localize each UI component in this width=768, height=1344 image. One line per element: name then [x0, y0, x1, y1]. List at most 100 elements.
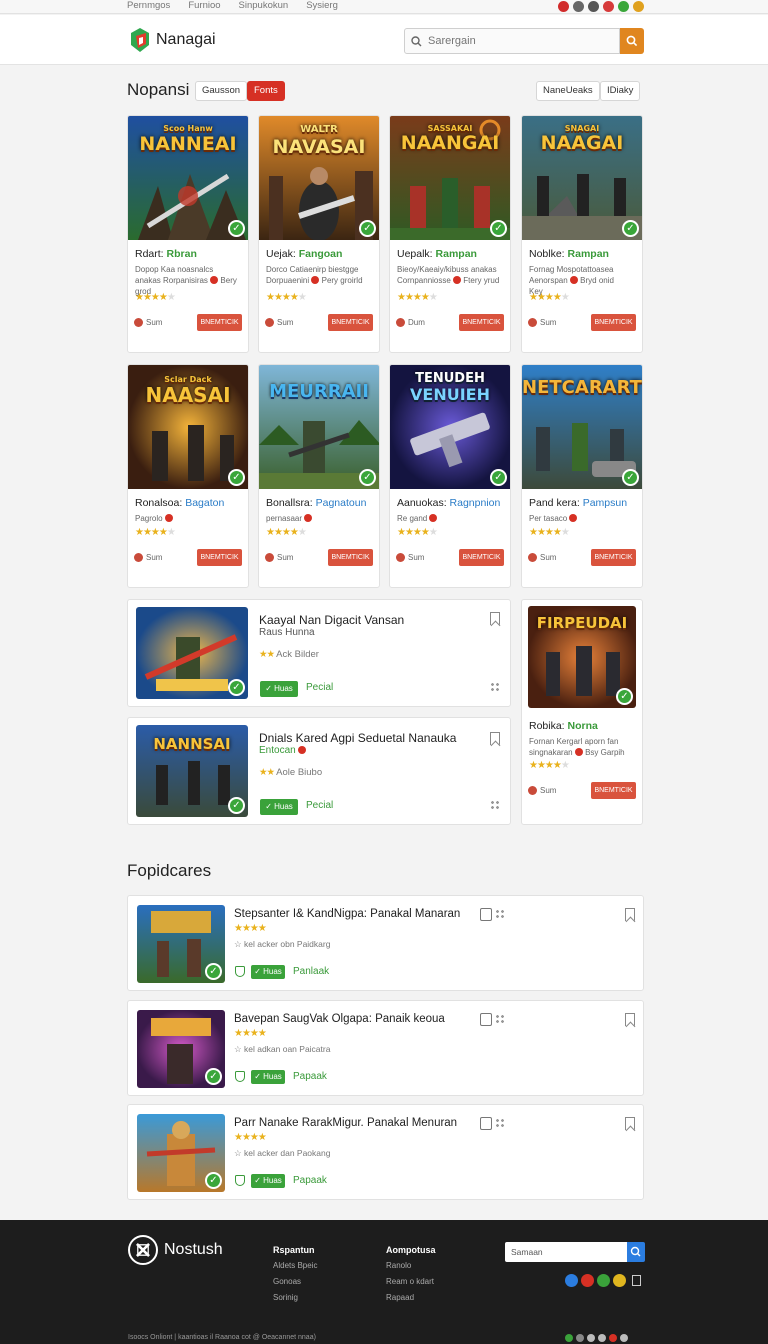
search-input[interactable]	[428, 35, 608, 47]
list-thumbnail[interactable]: ✓	[137, 1010, 225, 1088]
like-counter[interactable]: Sum	[528, 318, 556, 327]
list-item[interactable]: ✓ Parr Nanake RarakMigur. Panakal Menura…	[127, 1104, 644, 1200]
details-link[interactable]: Pecial	[306, 682, 333, 693]
filter-chip[interactable]: Gausson	[195, 81, 248, 101]
game-card[interactable]: WALTR NAVASAI ✓ Uejak: Fangoan Dorco Cat…	[258, 115, 380, 353]
status-icon[interactable]	[565, 1334, 573, 1342]
youtube-icon[interactable]	[609, 1334, 617, 1342]
pinterest-icon[interactable]	[581, 1274, 594, 1287]
like-counter[interactable]: Sum	[134, 318, 162, 327]
details-link[interactable]: Panlaak	[293, 966, 329, 977]
like-counter[interactable]: Sum	[396, 553, 424, 562]
drag-handle-icon[interactable]	[490, 800, 500, 811]
footer-logo[interactable]: Nostush	[128, 1235, 223, 1265]
install-button[interactable]: ✓ Huas	[260, 799, 298, 815]
info-icon[interactable]	[480, 908, 492, 921]
footer-link[interactable]: Gonoas	[273, 1277, 301, 1286]
footer-link[interactable]: Aldets Bpeic	[273, 1261, 317, 1270]
game-card[interactable]: SNAGAI NAAGAI ✓ Noblke: Rampan Fornag Mo…	[521, 115, 643, 353]
footer-link[interactable]: Sorinig	[273, 1293, 298, 1302]
download-button[interactable]: BNEMTICIK	[328, 314, 373, 331]
install-button[interactable]: ✓ Huas	[260, 681, 298, 697]
like-counter[interactable]: Sum	[528, 786, 556, 795]
game-thumbnail[interactable]: Scoo Hanw NANNEAI ✓	[128, 116, 248, 240]
rss-icon[interactable]	[633, 1, 644, 12]
drag-handle-icon[interactable]	[495, 1118, 505, 1129]
drag-handle-icon[interactable]	[490, 682, 500, 693]
download-button[interactable]: BNEMTICIK	[459, 549, 504, 566]
bookmark-icon[interactable]	[490, 612, 500, 625]
like-counter[interactable]: Sum	[528, 553, 556, 562]
footer-link[interactable]: Ream o kdart	[386, 1277, 434, 1286]
featured-title[interactable]: Kaayal Nan Digacit Vansan	[259, 613, 404, 627]
info-icon[interactable]	[480, 1013, 492, 1026]
game-card[interactable]: Scoo Hanw NANNEAI ✓ Rdart: Rbran Dopop K…	[127, 115, 249, 353]
help-icon[interactable]	[587, 1334, 595, 1342]
game-thumbnail[interactable]: WALTR NAVASAI ✓	[259, 116, 379, 240]
install-button[interactable]: ✓ Huas	[251, 1070, 285, 1084]
game-card[interactable]: SASSAKAI NAANGAI ✓ Uepalk: Rampan Bieoy/…	[389, 115, 511, 353]
footer-search-input[interactable]: Samaan	[505, 1242, 627, 1262]
drag-handle-icon[interactable]	[495, 1014, 505, 1025]
list-item[interactable]: ✓ Bavepan SaugVak Olgapa: Panaik keoua ★…	[127, 1000, 644, 1096]
utility-link[interactable]: Sysierg	[306, 0, 338, 14]
game-thumbnail[interactable]: NETCARART ✓	[522, 365, 642, 489]
list-title[interactable]: Parr Nanake RarakMigur. Panakal Menuran	[234, 1117, 457, 1129]
download-button[interactable]: BNEMTICIK	[591, 549, 636, 566]
details-link[interactable]: Papaak	[293, 1175, 327, 1186]
drag-handle-icon[interactable]	[495, 909, 505, 920]
download-button[interactable]: BNEMTICIK	[197, 314, 242, 331]
like-counter[interactable]: Dum	[396, 318, 425, 327]
game-thumbnail[interactable]: SNAGAI NAAGAI ✓	[522, 116, 642, 240]
list-title[interactable]: Bavepan SaugVak Olgapa: Panaik keoua	[234, 1013, 445, 1025]
game-card[interactable]: FIRPEUDAI ✓ Robika: Norna Fornan Kergarl…	[521, 599, 643, 825]
sort-chip[interactable]: IDiaky	[600, 81, 641, 101]
featured-thumbnail[interactable]: NANNSAI ✓	[136, 725, 248, 817]
game-card[interactable]: MEURRAII ✓ Bonallsra: Pagnatoun pernasaa…	[258, 364, 380, 588]
game-card[interactable]: NETCARART ✓ Pand kera: Pampsun Per tasac…	[521, 364, 643, 588]
game-thumbnail[interactable]: SASSAKAI NAANGAI ✓	[390, 116, 510, 240]
featured-title[interactable]: Dnials Kared Agpi Seduetal Nanauka	[259, 731, 456, 745]
list-thumbnail[interactable]: ✓	[137, 905, 225, 983]
list-item[interactable]: ✓ Stepsanter I& KandNigpa: Panakal Manar…	[127, 895, 644, 991]
github-icon[interactable]	[573, 1, 584, 12]
download-button[interactable]: BNEMTICIK	[591, 314, 636, 331]
like-counter[interactable]: Sum	[265, 318, 293, 327]
like-counter[interactable]: Sum	[265, 553, 293, 562]
footer-link[interactable]: Rapaad	[386, 1293, 414, 1302]
utility-link[interactable]: Pernmgos	[127, 0, 170, 14]
game-thumbnail[interactable]: Sclar Dack NAASAI ✓	[128, 365, 248, 489]
game-thumbnail[interactable]: TENUDEH VENUIEH ✓	[390, 365, 510, 489]
tiktok-icon[interactable]	[588, 1, 599, 12]
featured-item[interactable]: NANNSAI ✓ Dnials Kared Agpi Seduetal Nan…	[127, 717, 511, 825]
download-button[interactable]: BNEMTICIK	[591, 782, 636, 799]
youtube-icon[interactable]	[558, 1, 569, 12]
search-button[interactable]	[620, 28, 644, 54]
utility-link[interactable]: Furnioo	[188, 0, 220, 14]
like-counter[interactable]: Sum	[134, 553, 162, 562]
game-card[interactable]: Sclar Dack NAASAI ✓ Ronalsoa: Bagaton Pa…	[127, 364, 249, 588]
site-logo[interactable]: Nanagai	[128, 27, 216, 53]
bookmark-icon[interactable]	[632, 1275, 641, 1286]
footer-search-button[interactable]	[627, 1242, 645, 1262]
featured-thumbnail[interactable]: ✓	[136, 607, 248, 699]
details-link[interactable]: Papaak	[293, 1071, 327, 1082]
utility-link[interactable]: Sinpukokun	[239, 0, 289, 14]
featured-item[interactable]: ✓ Kaayal Nan Digacit Vansan Raus Hunna ★…	[127, 599, 511, 707]
list-title[interactable]: Stepsanter I& KandNigpa: Panakal Manaran	[234, 908, 460, 920]
game-thumbnail[interactable]: FIRPEUDAI ✓	[528, 606, 636, 708]
list-thumbnail[interactable]: ✓	[137, 1114, 225, 1192]
whatsapp-icon[interactable]	[597, 1274, 610, 1287]
download-button[interactable]: BNEMTICIK	[459, 314, 504, 331]
bookmark-icon[interactable]	[625, 1013, 635, 1026]
bookmark-icon[interactable]	[625, 908, 635, 921]
install-button[interactable]: ✓ Huas	[251, 1174, 285, 1188]
facebook-icon[interactable]	[565, 1274, 578, 1287]
install-button[interactable]: ✓ Huas	[251, 965, 285, 979]
chat-icon[interactable]	[618, 1, 629, 12]
details-link[interactable]: Pecial	[306, 800, 333, 811]
filter-chip-active[interactable]: Fonts	[247, 81, 285, 101]
globe-icon[interactable]	[576, 1334, 584, 1342]
bookmark-icon[interactable]	[625, 1117, 635, 1130]
share-icon[interactable]	[620, 1334, 628, 1342]
